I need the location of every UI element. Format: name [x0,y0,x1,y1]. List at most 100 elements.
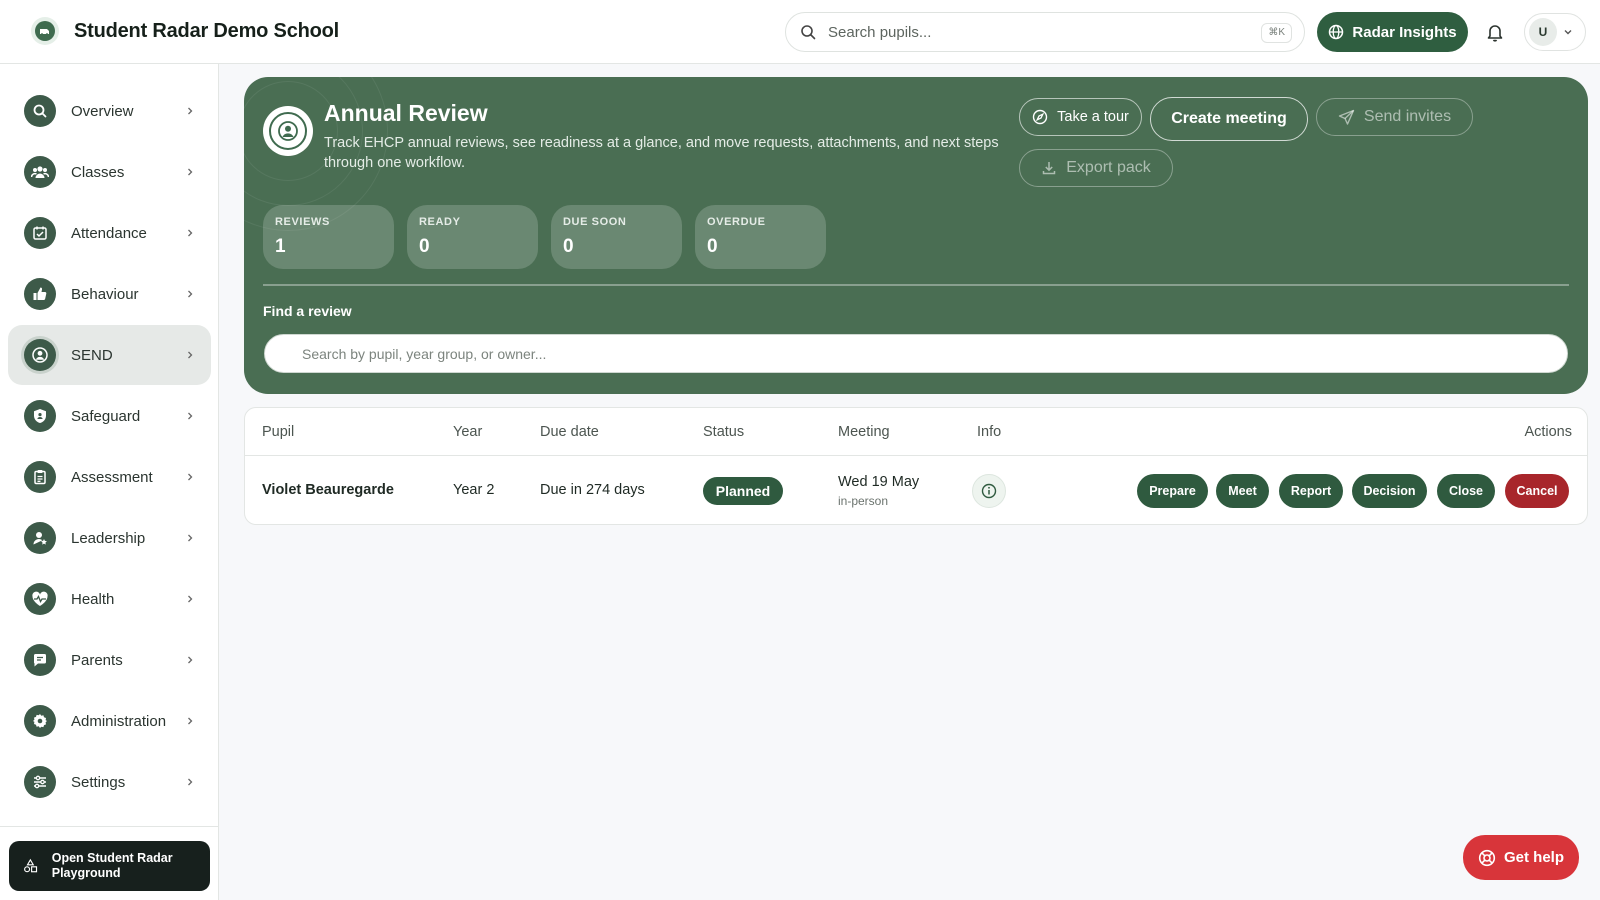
clipboard-icon [24,461,56,493]
stat-value: 0 [563,236,574,257]
column-header-info: Info [977,424,1002,440]
notifications-bell-icon[interactable] [1484,21,1506,43]
chevron-right-icon [188,595,193,603]
page-title: Annual Review [324,100,488,126]
meet-button[interactable]: Meet [1216,474,1269,508]
stat-card-ready: READY 0 [407,205,538,269]
search-icon [801,25,816,40]
app-logo[interactable] [31,17,59,45]
reviews-table: Pupil Year Due date Status Meeting Info … [244,407,1588,525]
decision-button[interactable]: Decision [1352,474,1427,508]
create-meeting-button[interactable]: Create meeting [1150,97,1308,141]
hero-divider [263,284,1569,286]
send-invites-button[interactable]: Send invites [1316,98,1473,136]
stat-label: OVERDUE [707,216,766,228]
globe-icon [1329,24,1344,40]
app-title: Student Radar Demo School [74,20,340,42]
heart-pulse-icon [24,583,56,615]
info-button[interactable] [972,474,1006,508]
sidebar-item-label: Behaviour [71,285,139,303]
chevron-right-icon [188,656,193,664]
cancel-button[interactable]: Cancel [1505,474,1569,508]
stat-label: READY [419,216,461,228]
user-circle-icon [24,339,56,371]
sidebar-item-label: Assessment [71,468,153,486]
sidebar-item-safeguard[interactable]: Safeguard [8,386,211,446]
close-button[interactable]: Close [1437,474,1495,508]
chevron-down-icon [1564,30,1572,35]
take-a-tour-button[interactable]: Take a tour [1019,98,1142,136]
search-placeholder: Search pupils... [828,23,932,41]
send-icon [1338,109,1355,125]
review-search-placeholder: Search by pupil, year group, or owner... [302,345,547,362]
sidebar-item-label: Overview [71,102,134,120]
take-a-tour-label: Take a tour [1057,109,1129,125]
export-pack-label: Export pack [1066,159,1151,176]
review-search-input[interactable]: Search by pupil, year group, or owner... [264,334,1568,373]
pupil-search-input[interactable]: Search pupils... ⌘K [785,12,1305,52]
annual-review-hero: Annual Review Track EHCP annual reviews,… [244,77,1588,394]
sliders-icon [24,766,56,798]
chevron-right-icon [188,168,193,176]
shapes-icon [24,858,38,873]
gear-icon [24,705,56,737]
avatar: U [1529,18,1557,46]
sidebar-item-label: Health [71,590,115,608]
meeting-mode: in-person [838,494,889,508]
thumbs-up-icon [24,278,56,310]
prepare-button[interactable]: Prepare [1137,474,1208,508]
find-review-label: Find a review [263,303,352,319]
radar-insights-label: Radar Insights [1352,23,1457,41]
sidebar-divider [0,826,219,827]
sidebar-item-label: Administration [71,712,167,730]
sidebar-item-send[interactable]: SEND [8,325,211,385]
get-help-label: Get help [1503,849,1564,866]
sidebar-item-classes[interactable]: Classes [8,142,211,202]
column-header-due-date: Due date [540,424,599,440]
sidebar-item-label: Attendance [71,224,147,242]
radar-logo-icon [35,21,55,41]
stat-card-reviews: REVIEWS 1 [263,205,394,269]
sidebar-item-settings[interactable]: Settings [8,752,211,812]
send-invites-label: Send invites [1363,108,1452,125]
pupil-name[interactable]: Violet Beauregarde [262,482,394,498]
stat-value: 0 [707,236,718,257]
sidebar-item-label: Settings [71,773,126,791]
top-bar: Student Radar Demo School Search pupils.… [0,0,1600,64]
compass-icon [1032,109,1048,125]
chevron-right-icon [188,717,193,725]
chevron-right-icon [188,229,193,237]
export-pack-button[interactable]: Export pack [1019,149,1173,187]
chevron-right-icon [188,778,193,786]
chevron-right-icon [188,351,193,359]
get-help-button[interactable]: Get help [1463,835,1579,880]
sidebar-item-overview[interactable]: Overview [8,81,211,141]
info-icon [981,483,997,499]
column-header-meeting: Meeting [838,424,890,440]
stat-card-due-soon: DUE SOON 0 [551,205,682,269]
chevron-right-icon [188,473,193,481]
year-group: Year 2 [453,482,495,498]
sidebar-item-assessment[interactable]: Assessment [8,447,211,507]
user-menu[interactable]: U [1524,13,1586,51]
playground-label: Open Student Radar Playground [51,851,173,880]
column-header-status: Status [703,424,745,440]
stat-value: 0 [419,236,430,257]
create-meeting-label: Create meeting [1171,110,1287,127]
report-button[interactable]: Report [1279,474,1343,508]
sidebar-item-label: SEND [71,346,113,364]
stat-value: 1 [275,236,286,257]
chevron-right-icon [188,412,193,420]
sidebar-item-leadership[interactable]: Leadership [8,508,211,568]
sidebar-item-administration[interactable]: Administration [8,691,211,751]
sidebar-item-label: Leadership [71,529,146,547]
search-shortcut-badge: ⌘K [1261,23,1292,43]
sidebar-item-behaviour[interactable]: Behaviour [8,264,211,324]
sidebar-item-health[interactable]: Health [8,569,211,629]
sidebar-item-parents[interactable]: Parents [8,630,211,690]
radar-insights-button[interactable]: Radar Insights [1317,12,1468,52]
open-playground-button[interactable]: Open Student Radar Playground [9,841,210,891]
status-badge: Planned [703,477,783,505]
user-star-icon [24,522,56,554]
sidebar-item-attendance[interactable]: Attendance [8,203,211,263]
